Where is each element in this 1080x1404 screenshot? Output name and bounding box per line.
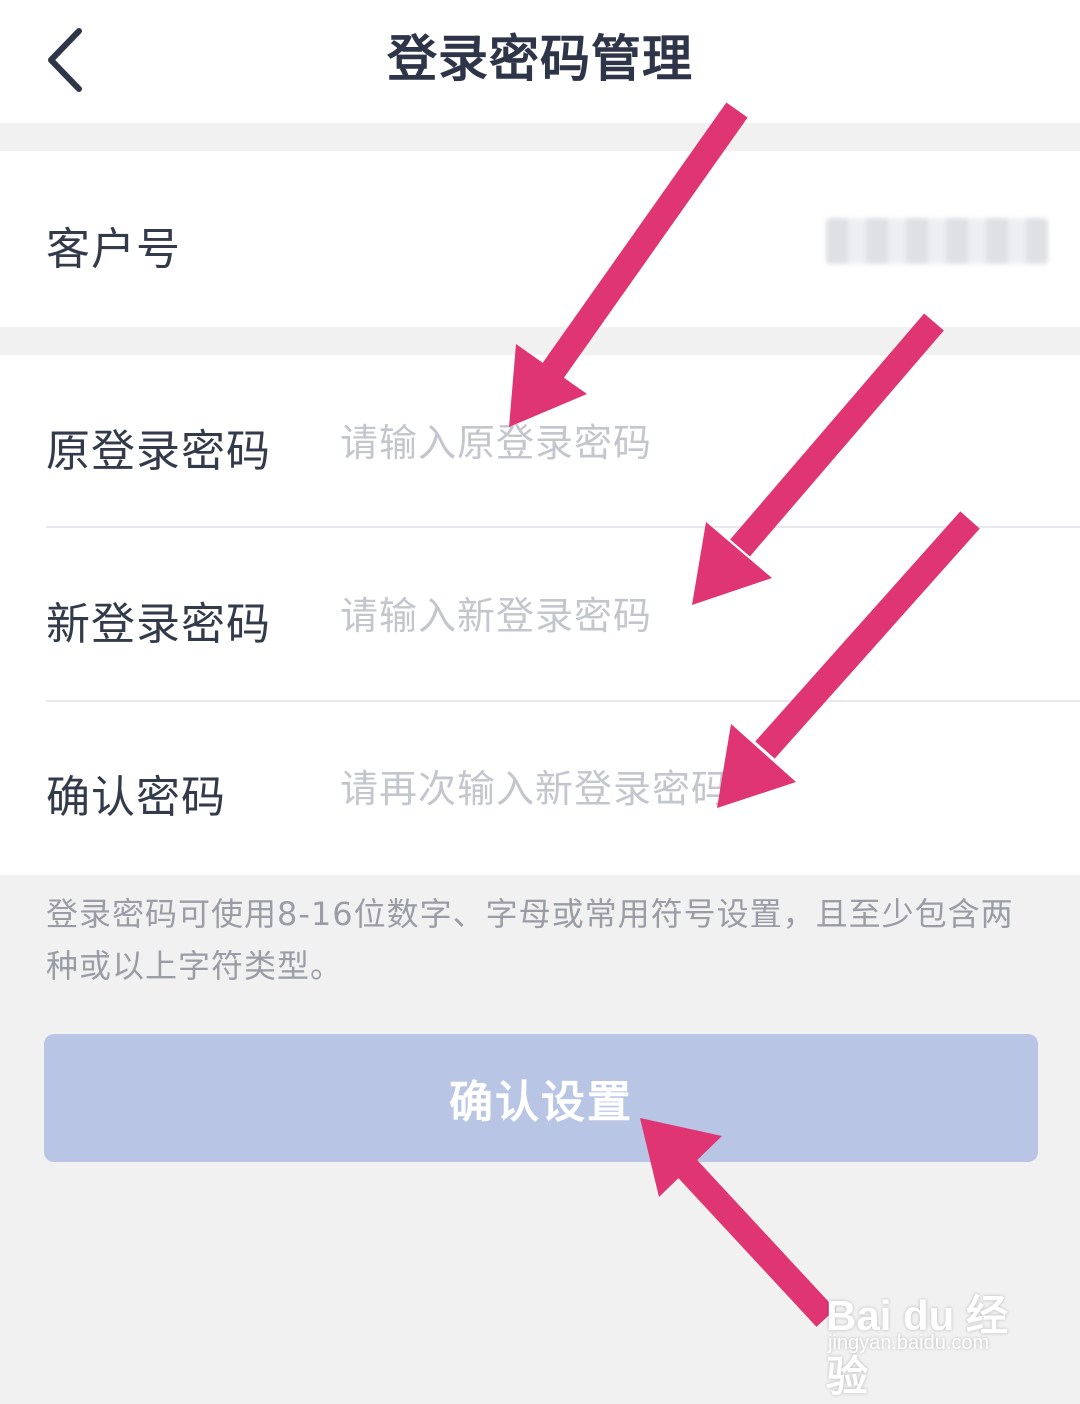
customer-number-value-masked — [826, 218, 1048, 264]
divider — [46, 700, 1080, 702]
confirm-password-input[interactable] — [340, 749, 1040, 829]
confirm-settings-button[interactable]: 确认设置 — [44, 1034, 1038, 1162]
old-password-label: 原登录密码 — [46, 426, 271, 477]
divider — [46, 526, 1080, 528]
password-form: 原登录密码 新登录密码 确认密码 — [0, 355, 1080, 875]
baidu-jingyan-watermark: Bai du 经验 jingyan.baidu.com — [826, 1272, 1046, 1400]
old-password-input[interactable] — [340, 403, 1040, 483]
navigation-bar: 登录密码管理 — [0, 0, 1080, 123]
password-rules-hint: 登录密码可使用8-16位数字、字母或常用符号设置，且至少包含两种或以上字符类型。 — [46, 895, 1014, 985]
watermark-url: jingyan.baidu.com — [828, 1332, 990, 1354]
page-title: 登录密码管理 — [387, 30, 693, 88]
new-password-label: 新登录密码 — [46, 599, 271, 650]
customer-number-label: 客户号 — [46, 224, 181, 275]
new-password-input[interactable] — [340, 576, 1040, 656]
confirm-password-label: 确认密码 — [46, 772, 226, 823]
